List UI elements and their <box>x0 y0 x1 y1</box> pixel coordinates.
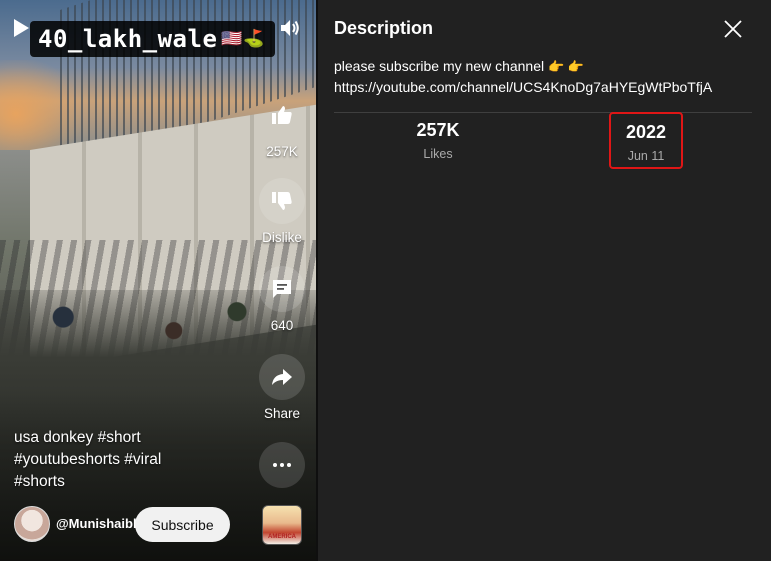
panel-title: Description <box>334 18 434 38</box>
share-icon <box>259 354 305 400</box>
dislike-label: Dislike <box>262 230 302 245</box>
video-caption: usa donkey #short #youtubeshorts #viral … <box>14 427 234 493</box>
comment-count: 640 <box>270 318 294 333</box>
like-count: 257K <box>266 144 298 159</box>
overlay-title-flags: 🇺🇸⛳ <box>221 29 265 49</box>
publish-date: Jun 11 <box>627 149 665 163</box>
comments-button[interactable]: 640 <box>256 266 308 333</box>
sound-thumbnail[interactable]: AMERICA <box>262 505 302 545</box>
overlay-title-text: 40_lakh_wale <box>38 25 218 53</box>
channel-info[interactable]: @Munishaibli_ROR <box>14 504 176 544</box>
pointing-hand-emojis: 👉 👉 <box>548 59 585 74</box>
video-overlay-title: 40_lakh_wale 🇺🇸⛳ <box>30 21 275 57</box>
shorts-viewer: 40_lakh_wale 🇺🇸⛳ 257K Dislike 640 Share … <box>0 0 771 561</box>
close-icon[interactable] <box>722 18 744 40</box>
description-panel: Description please subscribe my new chan… <box>318 0 771 561</box>
caption-line: #shorts <box>14 473 65 490</box>
stats-separator <box>334 112 752 113</box>
volume-icon[interactable] <box>278 16 302 40</box>
play-icon[interactable] <box>12 18 30 38</box>
thumbs-down-icon <box>259 178 305 224</box>
like-button[interactable]: 257K <box>256 92 308 159</box>
share-button[interactable]: Share <box>256 354 308 421</box>
dislike-button[interactable]: Dislike <box>256 178 308 245</box>
publish-date-stat: 2022 Jun 11 <box>609 112 683 169</box>
more-button[interactable] <box>256 442 308 488</box>
likes-stat: 257K Likes <box>388 120 488 161</box>
publish-year: 2022 <box>625 122 667 142</box>
comment-icon <box>259 266 305 312</box>
caption-line: usa donkey #short <box>14 429 141 446</box>
subscribe-button[interactable]: Subscribe <box>135 507 230 542</box>
thumbs-up-icon <box>259 92 305 138</box>
description-line: please subscribe my new channel <box>334 58 545 74</box>
sound-thumbnail-text: AMERICA <box>268 534 296 540</box>
likes-value: 257K <box>416 120 460 140</box>
likes-label: Likes <box>423 147 453 161</box>
description-text: please subscribe my new channel 👉 👉 http… <box>334 56 754 97</box>
more-dots-icon <box>259 442 305 488</box>
channel-handle[interactable]: @Munishaibli_ROR <box>56 515 176 533</box>
description-link[interactable]: https://youtube.com/channel/UCS4KnoDg7aH… <box>334 77 754 97</box>
video-player[interactable]: 40_lakh_wale 🇺🇸⛳ 257K Dislike 640 Share … <box>0 0 316 561</box>
channel-avatar[interactable] <box>14 506 50 542</box>
caption-line: #youtubeshorts #viral <box>14 451 162 468</box>
share-label: Share <box>263 406 301 421</box>
